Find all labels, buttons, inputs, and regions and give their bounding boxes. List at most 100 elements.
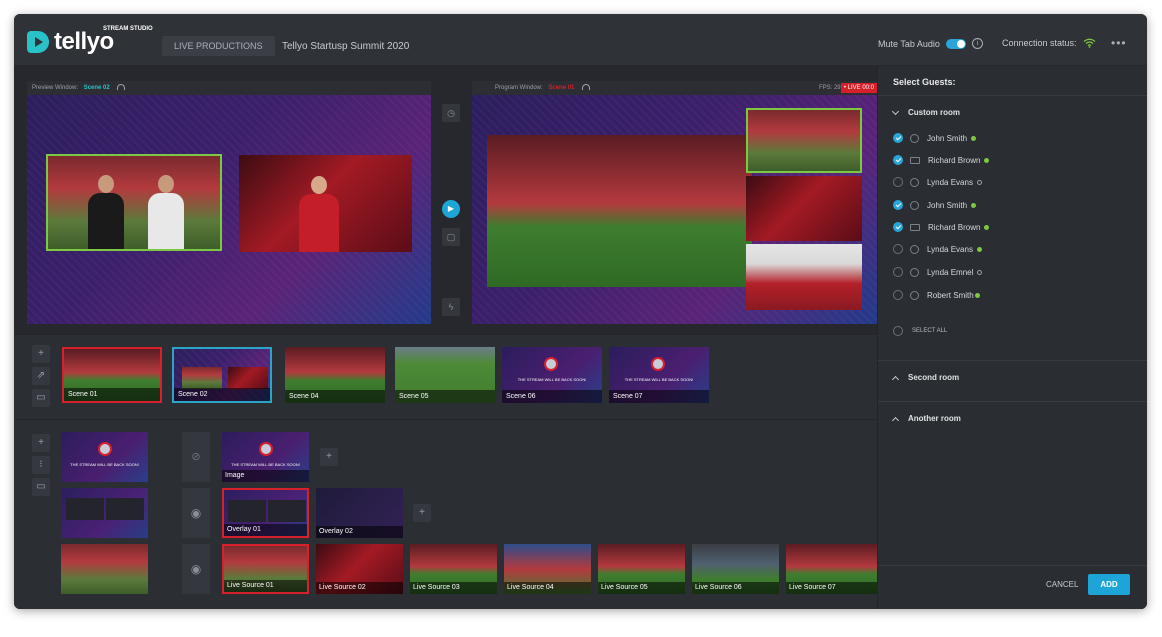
live-source-thumb-02[interactable]: Live Source 02 [316, 544, 403, 594]
checkbox-checked-icon[interactable] [893, 133, 903, 143]
overlay-source-row: ◉ Overlay 01 Overlay 02 + [14, 488, 877, 538]
guest-item[interactable]: John Smith [893, 198, 977, 212]
webcam-icon [910, 177, 919, 187]
guest-item[interactable]: Robert Smith [893, 288, 980, 302]
program-window-bar: Program Window: Scene 01 FPS: 29.97 • LI… [472, 81, 877, 95]
add-image-icon[interactable]: + [320, 448, 338, 466]
more-menu-icon[interactable]: ••• [1111, 36, 1127, 50]
add-overlay-icon[interactable]: + [413, 504, 431, 522]
overlay-source-thumb-02[interactable]: Overlay 02 [316, 488, 403, 538]
live-source-thumb-06[interactable]: Live Source 06 [692, 544, 779, 594]
overlay-box [106, 498, 144, 520]
checkbox-checked-icon[interactable] [893, 222, 903, 232]
checkbox-checked-icon[interactable] [893, 155, 903, 165]
brand-tagline: THE STREAM WILL BE BACK SOON! [517, 377, 587, 382]
scene-thumb-07[interactable]: THE STREAM WILL BE BACK SOON! Scene 07 [609, 347, 709, 403]
brand-emblem-icon [544, 357, 558, 371]
guest-item[interactable]: Lynda Evans [893, 242, 982, 256]
screen-share-icon [910, 156, 920, 164]
image-source-thumb[interactable]: THE STREAM WILL BE BACK SOON! Image [222, 432, 309, 482]
source-label: Overlay 01 [224, 524, 307, 536]
play-icon[interactable]: ▶ [442, 200, 460, 218]
sources-area: + ⁝ ▭ THE STREAM WILL BE BACK SOON! ⊘ TH… [14, 420, 877, 609]
divider [878, 360, 1147, 361]
chevron-down-icon [891, 107, 900, 115]
room-second[interactable]: Second room [891, 373, 959, 383]
scene-label: Scene 06 [502, 390, 602, 403]
offline-status-icon [977, 269, 983, 275]
source-label: Live Source 06 [692, 582, 779, 594]
source-label: Live Source 04 [504, 582, 591, 594]
stream-studio-app: tellyo STREAM STUDIO LIVE PRODUCTIONS Te… [14, 14, 1147, 609]
export-scene-icon[interactable]: ⇗ [32, 367, 50, 385]
guest-item[interactable]: John Smith [893, 131, 977, 145]
guest-item[interactable]: Richard Brown [893, 220, 990, 234]
room-another[interactable]: Another room [891, 414, 961, 424]
guest-item[interactable]: Lynda Emnel [893, 265, 983, 279]
checkbox-unchecked-icon[interactable] [893, 326, 903, 336]
source-label: Image [222, 470, 309, 482]
select-all-label: SELECT ALL [912, 328, 948, 334]
scene-thumb-01[interactable]: Scene 01 [62, 347, 162, 403]
checkbox-unchecked-icon[interactable] [893, 177, 903, 187]
room-custom[interactable]: Custom room [891, 107, 960, 117]
program-scene-tag: Scene 01 [548, 85, 575, 91]
checkbox-unchecked-icon[interactable] [893, 267, 903, 277]
source-label: Overlay 02 [316, 526, 403, 538]
room-name: Another room [908, 414, 961, 423]
source-label: Live Source 07 [786, 582, 877, 594]
guest-head [158, 175, 174, 194]
live-productions-button[interactable]: LIVE PRODUCTIONS [162, 36, 275, 56]
live-source-thumb-04[interactable]: Live Source 04 [504, 544, 591, 594]
eye-icon[interactable]: ◉ [182, 488, 210, 538]
guest-item[interactable]: Lynda Evans [893, 175, 982, 189]
scene-thumb-04[interactable]: Scene 04 [285, 347, 385, 403]
live-badge-label: • LIVE [843, 85, 861, 91]
stop-icon[interactable]: ▢ [442, 228, 460, 246]
guest-name: John Smith [927, 133, 968, 143]
mute-label: Mute Tab Audio [878, 38, 940, 49]
layout-scene-icon[interactable]: ▭ [32, 389, 50, 407]
eye-hidden-icon[interactable]: ⊘ [182, 432, 210, 482]
info-icon[interactable]: i [971, 38, 983, 49]
live-badge: • LIVE 00:0 [840, 83, 877, 93]
headphones-icon[interactable] [582, 84, 591, 90]
checkbox-checked-icon[interactable] [893, 200, 903, 210]
mute-toggle[interactable] [945, 38, 966, 49]
scene-thumb-02[interactable]: Scene 02 [172, 347, 272, 403]
scene-label: Scene 01 [64, 388, 160, 401]
scene-thumb-05[interactable]: Scene 05 [395, 347, 495, 403]
overlay-source-thumb-01[interactable]: Overlay 01 [222, 488, 309, 538]
panel-footer: CANCEL ADD [878, 565, 1147, 609]
checkbox-unchecked-icon[interactable] [893, 290, 903, 300]
room-name: Custom room [908, 108, 960, 117]
webcam-icon [910, 133, 919, 143]
cancel-button[interactable]: CANCEL [1046, 580, 1078, 589]
timer-icon[interactable]: ◷ [442, 104, 460, 122]
program-stadium-video [487, 135, 752, 287]
play-logo-icon [27, 31, 49, 53]
eye-icon[interactable]: ◉ [182, 544, 210, 594]
guest-item[interactable]: Richard Brown [893, 153, 990, 167]
add-scene-icon[interactable]: + [32, 345, 50, 363]
headphones-icon[interactable] [117, 84, 126, 90]
tellyo-logo[interactable]: tellyo STREAM STUDIO [27, 26, 153, 54]
add-button[interactable]: ADD [1088, 574, 1130, 595]
guest-name: Lynda Evans [927, 177, 973, 187]
wifi-icon [1083, 38, 1095, 48]
live-source-thumb-05[interactable]: Live Source 05 [598, 544, 685, 594]
live-source-thumb-07[interactable]: Live Source 07 [786, 544, 877, 594]
overlay-box [228, 500, 266, 522]
scene-thumb-06[interactable]: THE STREAM WILL BE BACK SOON! Scene 06 [502, 347, 602, 403]
select-all[interactable]: SELECT ALL [893, 326, 947, 336]
flash-icon[interactable]: ϟ [442, 298, 460, 316]
live-source-thumb-03[interactable]: Live Source 03 [410, 544, 497, 594]
online-status-icon [971, 135, 977, 141]
live-source-thumb-01[interactable]: Live Source 01 [222, 544, 309, 594]
preview-screen [27, 95, 431, 324]
divider [878, 95, 1147, 96]
monitor-area: Preview Window: Scene 02 ◷ ▶ ▢ ϟ Program… [14, 66, 877, 334]
brand-emblem-icon [97, 442, 112, 456]
checkbox-unchecked-icon[interactable] [893, 244, 903, 254]
preview-studio-video [239, 155, 412, 252]
